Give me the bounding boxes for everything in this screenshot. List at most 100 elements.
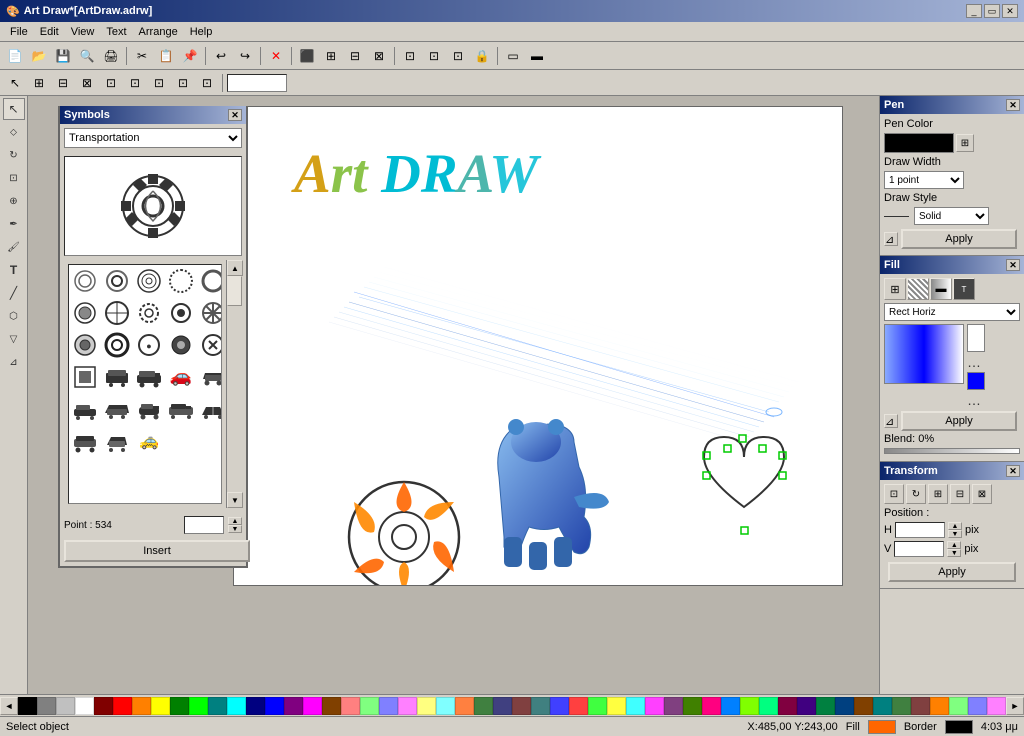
symbol-item[interactable] bbox=[197, 361, 222, 393]
fill-dots-bottom[interactable]: … bbox=[967, 392, 985, 408]
menu-file[interactable]: File bbox=[4, 24, 34, 40]
palette-scroll-left-button[interactable]: ◄ bbox=[0, 697, 18, 715]
line-tool[interactable]: ╱ bbox=[3, 282, 25, 304]
transform-move-button[interactable]: ⊡ bbox=[884, 484, 904, 504]
draw-width-select[interactable]: 1 point 2 point 3 point bbox=[884, 171, 964, 189]
palette-color[interactable] bbox=[18, 697, 37, 715]
grid4-button[interactable]: ⊠ bbox=[368, 45, 390, 67]
symbol-item[interactable]: 🚕 bbox=[133, 425, 165, 457]
fill-close-button[interactable]: ✕ bbox=[1006, 259, 1020, 271]
menu-edit[interactable]: Edit bbox=[34, 24, 65, 40]
menu-help[interactable]: Help bbox=[184, 24, 219, 40]
insert-button[interactable]: Insert bbox=[64, 540, 250, 562]
shape-tool[interactable]: ⬡ bbox=[3, 305, 25, 327]
palette-color[interactable] bbox=[113, 697, 132, 715]
pointer-button[interactable]: ↖ bbox=[4, 72, 26, 94]
palette-color[interactable] bbox=[645, 697, 664, 715]
align2-button[interactable]: ⊡ bbox=[124, 72, 146, 94]
pen-apply-button[interactable]: Apply bbox=[901, 229, 1017, 249]
symbol-item[interactable] bbox=[133, 393, 165, 425]
minimize-button[interactable]: _ bbox=[966, 4, 982, 18]
palette-color[interactable] bbox=[930, 697, 949, 715]
palette-color[interactable] bbox=[987, 697, 1006, 715]
transform-flip-button[interactable]: ⊠ bbox=[972, 484, 992, 504]
symbol-item[interactable] bbox=[133, 361, 165, 393]
symbol-item[interactable] bbox=[101, 425, 133, 457]
symbol-item[interactable] bbox=[197, 297, 222, 329]
scroll-thumb[interactable] bbox=[227, 276, 242, 306]
palette-color[interactable] bbox=[778, 697, 797, 715]
palette-color[interactable] bbox=[835, 697, 854, 715]
symbol-item[interactable] bbox=[133, 265, 165, 297]
menu-text[interactable]: Text bbox=[100, 24, 132, 40]
group-button[interactable]: ⊟ bbox=[52, 72, 74, 94]
fill-gradient-button[interactable]: ▬ bbox=[930, 278, 952, 300]
fill-apply-button[interactable]: Apply bbox=[901, 411, 1017, 431]
palette-color[interactable] bbox=[132, 697, 151, 715]
palette-color[interactable] bbox=[588, 697, 607, 715]
ungroup-button[interactable]: ⊠ bbox=[76, 72, 98, 94]
menu-view[interactable]: View bbox=[65, 24, 101, 40]
symbol-item[interactable] bbox=[101, 361, 133, 393]
transform-apply-button[interactable]: Apply bbox=[888, 562, 1016, 582]
new-button[interactable]: 📄 bbox=[4, 45, 26, 67]
palette-color[interactable] bbox=[417, 697, 436, 715]
symbol-item[interactable] bbox=[69, 361, 101, 393]
save-button[interactable]: 💾 bbox=[52, 45, 74, 67]
palette-color[interactable] bbox=[493, 697, 512, 715]
palette-color[interactable] bbox=[303, 697, 322, 715]
zoom-tool[interactable]: ⊕ bbox=[3, 190, 25, 212]
draw-style-select[interactable]: Solid Dashed Dotted bbox=[914, 207, 989, 225]
palette-color[interactable] bbox=[949, 697, 968, 715]
palette-color[interactable] bbox=[227, 697, 246, 715]
spin-down-button[interactable]: ▼ bbox=[228, 525, 242, 533]
palette-color[interactable] bbox=[56, 697, 75, 715]
palette-color[interactable] bbox=[75, 697, 94, 715]
symbol-item[interactable] bbox=[197, 329, 222, 361]
transform-skew-button[interactable]: ⊟ bbox=[950, 484, 970, 504]
node-tool[interactable]: ⬦ bbox=[3, 121, 25, 143]
palette-color[interactable] bbox=[607, 697, 626, 715]
drawing-canvas[interactable]: Art DRAW bbox=[233, 106, 843, 586]
pen-color-box[interactable] bbox=[884, 133, 954, 153]
symbol-item[interactable] bbox=[101, 297, 133, 329]
fill-gradient-preview[interactable] bbox=[884, 324, 964, 384]
cut-button[interactable]: ✂ bbox=[131, 45, 153, 67]
palette-color[interactable] bbox=[246, 697, 265, 715]
h-position-input[interactable]: 0 bbox=[895, 522, 945, 538]
palette-color[interactable] bbox=[569, 697, 588, 715]
palette-scroll-right-button[interactable]: ► bbox=[1006, 697, 1024, 715]
blend-slider[interactable] bbox=[884, 448, 1020, 454]
align5-button[interactable]: ⊡ bbox=[196, 72, 218, 94]
pen-color-grid-button[interactable]: ⊞ bbox=[956, 134, 974, 152]
select-tool[interactable]: ↖ bbox=[3, 98, 25, 120]
symbol-item[interactable] bbox=[101, 393, 133, 425]
palette-color[interactable] bbox=[265, 697, 284, 715]
transform3-button[interactable]: ⊡ bbox=[447, 45, 469, 67]
align4-button[interactable]: ⊡ bbox=[172, 72, 194, 94]
palette-color[interactable] bbox=[664, 697, 683, 715]
brush-tool[interactable]: 🖌 bbox=[3, 236, 25, 258]
palette-color[interactable] bbox=[37, 697, 56, 715]
scroll-down-button[interactable]: ▼ bbox=[227, 492, 243, 508]
symbol-item[interactable] bbox=[69, 297, 101, 329]
fill-pattern-button[interactable] bbox=[907, 278, 929, 300]
crop-tool[interactable]: ⊡ bbox=[3, 167, 25, 189]
h-spin-up[interactable]: ▲ bbox=[948, 522, 962, 530]
lock-button[interactable]: 🔒 bbox=[471, 45, 493, 67]
grid1-button[interactable]: ⬛ bbox=[296, 45, 318, 67]
grid3-button[interactable]: ⊟ bbox=[344, 45, 366, 67]
h-spin-down[interactable]: ▼ bbox=[948, 530, 962, 538]
fill-solid-button[interactable]: ⊞ bbox=[884, 278, 906, 300]
palette-color[interactable] bbox=[512, 697, 531, 715]
symbol-item[interactable] bbox=[69, 393, 101, 425]
transform-rotate-button[interactable]: ↻ bbox=[906, 484, 926, 504]
palette-color[interactable] bbox=[398, 697, 417, 715]
view1-button[interactable]: ▭ bbox=[502, 45, 524, 67]
fill-dots-top[interactable]: … bbox=[967, 354, 985, 370]
rotate-tool[interactable]: ↻ bbox=[3, 144, 25, 166]
view2-button[interactable]: ▬ bbox=[526, 45, 548, 67]
v-spin-up[interactable]: ▲ bbox=[947, 541, 961, 549]
eyedrop-tool[interactable]: ⊿ bbox=[3, 351, 25, 373]
fill-type-select[interactable]: Rect Horiz Rect Vert Radial Linear bbox=[884, 303, 1020, 321]
